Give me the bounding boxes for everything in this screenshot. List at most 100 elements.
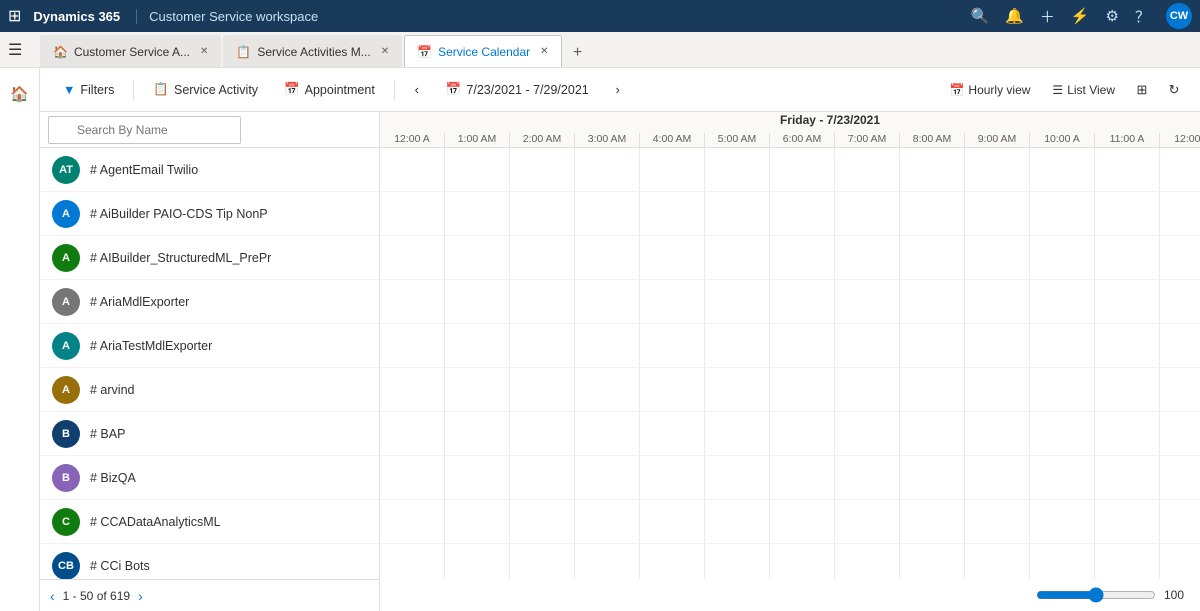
tab-close-service-calendar[interactable]: ✕ — [540, 46, 548, 57]
grid-cell[interactable] — [1095, 324, 1160, 367]
grid-cell[interactable] — [965, 544, 1030, 579]
grid-cell[interactable] — [1030, 324, 1095, 367]
grid-cell[interactable] — [1160, 544, 1200, 579]
time-grid-container[interactable]: Friday - 7/23/2021 12:00 A1:00 AM2:00 AM… — [380, 112, 1200, 611]
tab-close-service-activities[interactable]: ✕ — [381, 46, 389, 57]
grid-cell[interactable] — [835, 192, 900, 235]
grid-cell[interactable] — [770, 456, 835, 499]
grid-cell[interactable] — [900, 456, 965, 499]
grid-cell[interactable] — [640, 148, 705, 191]
grid-cell[interactable] — [965, 412, 1030, 455]
grid-cell[interactable] — [575, 236, 640, 279]
search-input[interactable] — [48, 116, 241, 144]
grid-cell[interactable] — [1030, 280, 1095, 323]
grid-cell[interactable] — [770, 236, 835, 279]
grid-cell[interactable] — [380, 412, 445, 455]
grid-cell[interactable] — [770, 412, 835, 455]
grid-cell[interactable] — [770, 544, 835, 579]
grid-cell[interactable] — [380, 456, 445, 499]
grid-cell[interactable] — [835, 544, 900, 579]
grid-cell[interactable] — [575, 324, 640, 367]
grid-cell[interactable] — [510, 500, 575, 543]
grid-cell[interactable] — [575, 412, 640, 455]
tab-service-calendar[interactable]: 📅 Service Calendar ✕ — [404, 35, 561, 67]
refresh-button[interactable]: ↻ — [1160, 76, 1188, 104]
grid-cell[interactable] — [770, 192, 835, 235]
grid-cell[interactable] — [575, 192, 640, 235]
service-activity-button[interactable]: 📋 Service Activity — [142, 74, 269, 106]
grid-cell[interactable] — [575, 148, 640, 191]
next-date-button[interactable]: › — [604, 76, 632, 104]
grid-cell[interactable] — [900, 280, 965, 323]
notifications-icon[interactable]: 🔔 — [1005, 7, 1024, 25]
hourly-view-button[interactable]: 📅 Hourly view — [940, 76, 1039, 104]
date-range-button[interactable]: 📅 7/23/2021 - 7/29/2021 — [435, 76, 600, 104]
grid-cell[interactable] — [1095, 544, 1160, 579]
list-item[interactable]: A # AriaTestMdlExporter — [40, 324, 379, 368]
grid-cell[interactable] — [510, 236, 575, 279]
grid-cell[interactable] — [770, 280, 835, 323]
grid-cell[interactable] — [380, 368, 445, 411]
grid-cell[interactable] — [510, 148, 575, 191]
grid-cell[interactable] — [640, 280, 705, 323]
grid-cell[interactable] — [1160, 280, 1200, 323]
add-icon[interactable]: ＋ — [1040, 6, 1055, 27]
list-item[interactable]: A # AIBuilder_StructuredML_PrePr — [40, 236, 379, 280]
grid-cell[interactable] — [640, 544, 705, 579]
grid-cell[interactable] — [835, 324, 900, 367]
grid-cell[interactable] — [380, 280, 445, 323]
grid-cell[interactable] — [1095, 500, 1160, 543]
grid-cell[interactable] — [900, 148, 965, 191]
grid-cell[interactable] — [705, 236, 770, 279]
prev-page-button[interactable]: ‹ — [50, 588, 55, 604]
grid-cell[interactable] — [1030, 368, 1095, 411]
zoom-slider[interactable] — [1036, 587, 1156, 603]
prev-date-button[interactable]: ‹ — [403, 76, 431, 104]
tab-close-customer-service[interactable]: ✕ — [200, 46, 208, 57]
grid-cell[interactable] — [510, 192, 575, 235]
grid-cell[interactable] — [770, 148, 835, 191]
grid-cell[interactable] — [1030, 192, 1095, 235]
help-icon[interactable]: ？ — [1135, 6, 1150, 27]
grid-cell[interactable] — [640, 412, 705, 455]
grid-cell[interactable] — [900, 324, 965, 367]
grid-cell[interactable] — [770, 500, 835, 543]
grid-cell[interactable] — [380, 236, 445, 279]
grid-cell[interactable] — [965, 456, 1030, 499]
grid-cell[interactable] — [965, 500, 1030, 543]
appointment-button[interactable]: 📅 Appointment — [273, 74, 386, 106]
grid-cell[interactable] — [965, 148, 1030, 191]
grid-cell[interactable] — [380, 544, 445, 579]
grid-cell[interactable] — [640, 324, 705, 367]
grid-cell[interactable] — [705, 544, 770, 579]
grid-cell[interactable] — [510, 412, 575, 455]
grid-cell[interactable] — [1095, 192, 1160, 235]
grid-cell[interactable] — [510, 544, 575, 579]
grid-cell[interactable] — [705, 324, 770, 367]
grid-cell[interactable] — [835, 368, 900, 411]
grid-cell[interactable] — [1030, 148, 1095, 191]
grid-cell[interactable] — [965, 280, 1030, 323]
grid-cell[interactable] — [445, 412, 510, 455]
filters-button[interactable]: ▼ Filters — [52, 74, 125, 106]
grid-cell[interactable] — [965, 368, 1030, 411]
grid-cell[interactable] — [1160, 148, 1200, 191]
grid-cell[interactable] — [770, 324, 835, 367]
list-item[interactable]: A # AriaMdlExporter — [40, 280, 379, 324]
grid-layout-button[interactable]: ⊞ — [1128, 76, 1156, 104]
grid-cell[interactable] — [1160, 192, 1200, 235]
list-item[interactable]: AT # AgentEmail Twilio — [40, 148, 379, 192]
hamburger-button[interactable]: ☰ — [8, 40, 22, 60]
grid-cell[interactable] — [835, 280, 900, 323]
grid-cell[interactable] — [380, 324, 445, 367]
grid-cell[interactable] — [900, 368, 965, 411]
grid-cell[interactable] — [1095, 236, 1160, 279]
tab-customer-service[interactable]: 🏠 Customer Service A... ✕ — [40, 35, 221, 67]
grid-cell[interactable] — [1160, 236, 1200, 279]
grid-cell[interactable] — [445, 456, 510, 499]
list-item[interactable]: CB # CCi Bots — [40, 544, 379, 579]
grid-cell[interactable] — [1095, 368, 1160, 411]
grid-icon[interactable]: ⊞ — [8, 6, 21, 26]
grid-cell[interactable] — [1095, 456, 1160, 499]
grid-cell[interactable] — [705, 456, 770, 499]
